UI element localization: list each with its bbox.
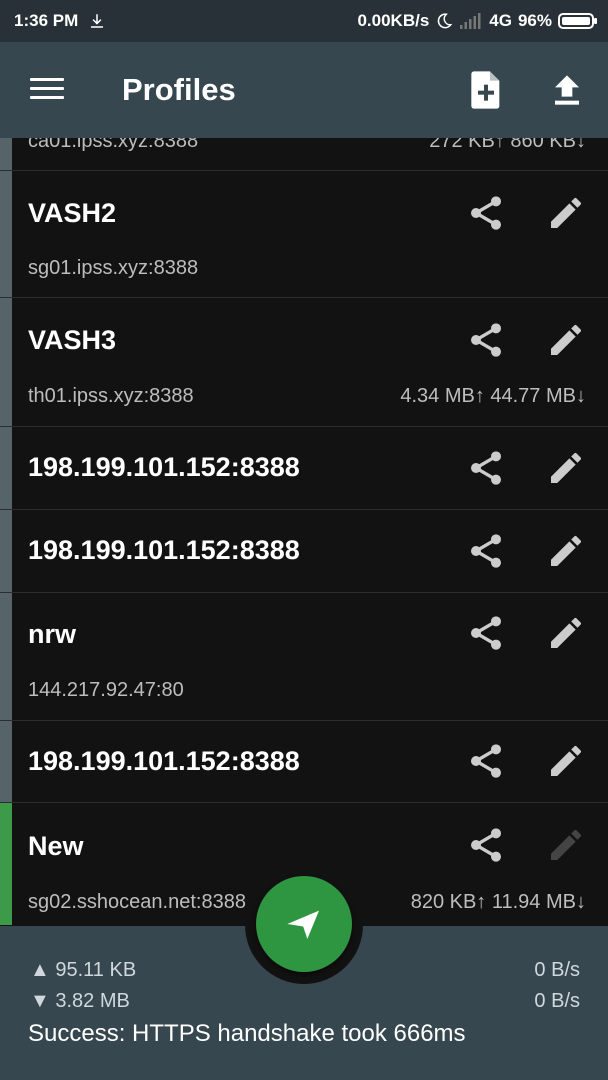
list-item[interactable]: VASH2 sg01.ipss.xyz:8388 xyxy=(0,171,608,298)
profile-traffic: 4.34 MB↑ 44.77 MB↓ xyxy=(400,385,586,407)
profile-name: nrw xyxy=(28,619,77,649)
profile-host: sg02.sshocean.net:8388 xyxy=(28,891,246,913)
profile-name: VASH3 xyxy=(28,325,117,355)
edit-icon xyxy=(551,829,581,860)
send-icon xyxy=(287,910,319,939)
list-item[interactable]: nrw 144.217.92.47:80 xyxy=(0,593,608,721)
profile-traffic: 820 KB↑ 11.94 MB↓ xyxy=(410,891,586,913)
edit-icon[interactable] xyxy=(546,531,586,571)
tx-total: ▲ 95.11 KB xyxy=(30,959,137,981)
moon-icon xyxy=(438,13,453,29)
rx-total: ▼ 3.82 MB xyxy=(30,990,130,1012)
list-item[interactable]: 198.199.101.152:8388 xyxy=(0,427,608,510)
status-message: Success: HTTPS handshake took 666ms xyxy=(28,1020,466,1047)
list-item[interactable]: 198.199.101.152:8388 xyxy=(0,721,608,803)
status-net-speed: 0.00KB/s xyxy=(357,11,430,30)
status-bar: 1:36 PM 0.00KB/s 4G 96% xyxy=(0,0,608,42)
edit-icon[interactable] xyxy=(546,613,586,653)
list-item[interactable]: ca01.ipss.xyz:8388 272 KB↑ 860 KB↓ xyxy=(0,138,608,171)
share-icon[interactable] xyxy=(466,320,506,360)
profile-name: New xyxy=(28,831,84,861)
status-battery: 96% xyxy=(517,11,552,30)
signal-icon xyxy=(460,13,481,29)
profile-name: 198.199.101.152:8388 xyxy=(28,452,300,482)
share-icon[interactable] xyxy=(466,531,506,571)
page-title: Profiles xyxy=(122,72,236,107)
status-network: 4G xyxy=(489,11,512,30)
rx-rate: 0 B/s xyxy=(534,990,580,1012)
edit-icon[interactable] xyxy=(546,741,586,781)
share-icon[interactable] xyxy=(466,825,506,865)
profile-host: sg01.ipss.xyz:8388 xyxy=(28,257,199,279)
share-icon[interactable] xyxy=(466,193,506,233)
profile-list[interactable]: ca01.ipss.xyz:8388 272 KB↑ 860 KB↓ VASH2… xyxy=(0,138,608,925)
edit-icon[interactable] xyxy=(546,193,586,233)
add-file-icon[interactable] xyxy=(470,70,502,110)
profile-name: 198.199.101.152:8388 xyxy=(28,746,300,776)
download-icon xyxy=(91,14,104,28)
share-icon[interactable] xyxy=(466,613,506,653)
share-icon[interactable] xyxy=(466,448,506,488)
profile-name: VASH2 xyxy=(28,198,117,228)
profile-name: 198.199.101.152:8388 xyxy=(28,535,300,565)
edit-icon[interactable] xyxy=(546,448,586,488)
connect-button[interactable] xyxy=(256,876,352,972)
share-icon[interactable] xyxy=(466,741,506,781)
menu-icon[interactable] xyxy=(30,78,64,102)
list-item[interactable]: VASH3 th01.ipss.xyz:8388 4.34 MB↑ 44.77 … xyxy=(0,298,608,427)
battery-icon xyxy=(558,13,597,29)
profile-traffic: 272 KB↑ 860 KB↓ xyxy=(429,138,586,152)
profile-host: ca01.ipss.xyz:8388 xyxy=(28,138,199,152)
upload-icon[interactable] xyxy=(551,70,583,110)
status-time: 1:36 PM xyxy=(14,11,79,30)
edit-icon[interactable] xyxy=(546,320,586,360)
list-item[interactable]: 198.199.101.152:8388 xyxy=(0,510,608,593)
app-bar: Profiles xyxy=(0,42,608,138)
tx-rate: 0 B/s xyxy=(534,959,580,981)
profile-host: 144.217.92.47:80 xyxy=(28,679,184,701)
profile-host: th01.ipss.xyz:8388 xyxy=(28,385,194,407)
